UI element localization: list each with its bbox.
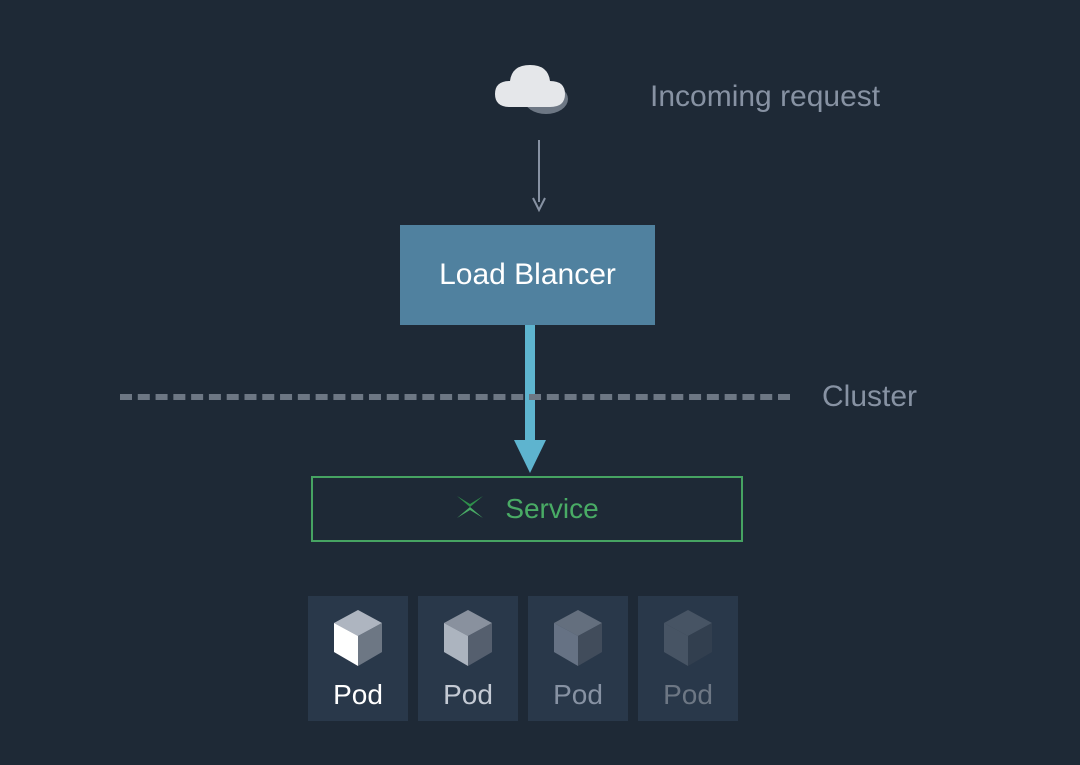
incoming-request-label: Incoming request <box>650 80 880 114</box>
cluster-boundary-line <box>120 394 790 400</box>
pod-label: Pod <box>443 679 493 711</box>
cube-icon <box>550 608 606 673</box>
pod-card: Pod <box>528 596 628 721</box>
cluster-label: Cluster <box>822 380 917 414</box>
arrow-down-icon <box>529 140 549 220</box>
pod-label: Pod <box>333 679 383 711</box>
pod-label: Pod <box>663 679 713 711</box>
load-balancer-box: Load Blancer <box>400 225 655 325</box>
pods-row: Pod Pod <box>308 596 738 721</box>
service-box: Service <box>311 476 743 542</box>
cube-icon <box>660 608 716 673</box>
service-icon <box>455 492 485 527</box>
pod-label: Pod <box>553 679 603 711</box>
cloud-icon <box>490 57 575 122</box>
cube-icon <box>330 608 386 673</box>
service-label: Service <box>505 493 598 525</box>
pod-card: Pod <box>308 596 408 721</box>
diagram-canvas: Incoming request Load Blancer Cluster Se… <box>0 0 1080 765</box>
pod-card: Pod <box>418 596 518 721</box>
arrow-down-large-icon <box>514 325 546 480</box>
load-balancer-label: Load Blancer <box>439 258 616 292</box>
cube-icon <box>440 608 496 673</box>
pod-card: Pod <box>638 596 738 721</box>
